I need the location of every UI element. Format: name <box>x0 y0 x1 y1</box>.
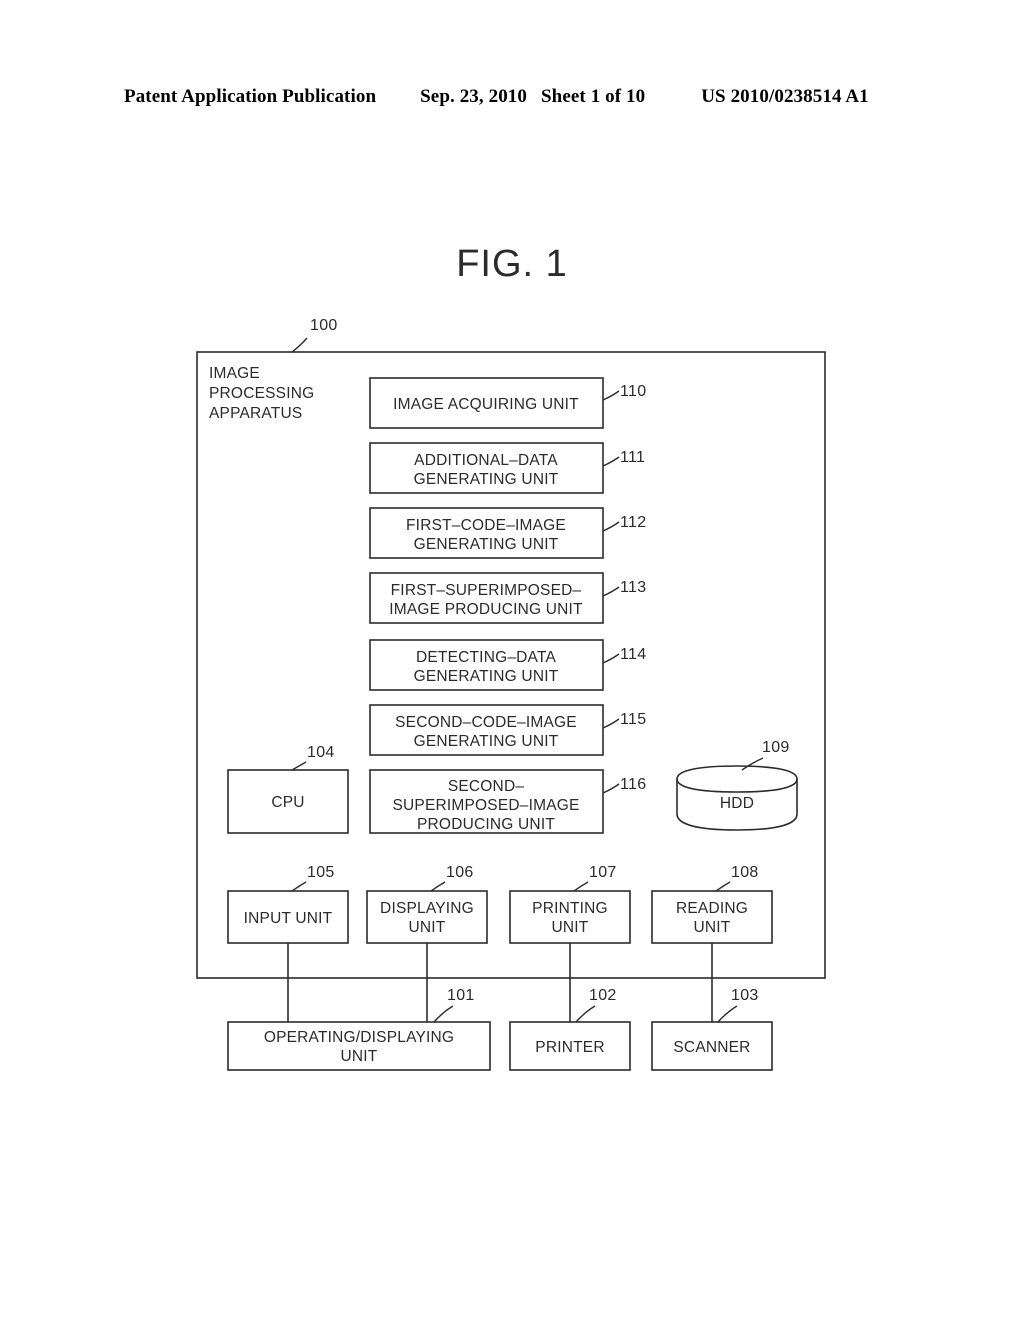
unit-box-115-line1: SECOND–CODE–IMAGE <box>395 714 577 731</box>
hdd-top-ellipse <box>676 778 798 793</box>
apparatus-label-line3: APPARATUS <box>209 405 302 422</box>
ref-104: 104 <box>307 744 335 761</box>
ref-104-leader <box>291 761 307 771</box>
ref-107-leader <box>573 881 589 892</box>
operating-displaying-unit-label-line1: OPERATING/DISPLAYING <box>264 1029 454 1046</box>
block-diagram: 100 IMAGE PROCESSING APPARATUS IMAGE ACQ… <box>196 317 826 1071</box>
unit-box-111-line1: ADDITIONAL–DATA <box>414 452 558 469</box>
ref-114: 114 <box>620 646 646 663</box>
ref-102: 102 <box>589 987 617 1004</box>
unit-box-114-line2: GENERATING UNIT <box>414 668 559 685</box>
ref-110: 110 <box>620 383 646 400</box>
ref-107: 107 <box>589 864 617 881</box>
ref-101: 101 <box>447 987 475 1004</box>
displaying-unit-label-line1: DISPLAYING <box>380 900 474 917</box>
reading-unit-label-line1: READING <box>676 900 748 917</box>
reading-unit-label-line2: UNIT <box>694 919 731 936</box>
ref-100: 100 <box>310 317 338 334</box>
apparatus-label-line1: IMAGE <box>209 365 260 382</box>
printing-unit-label-line2: UNIT <box>552 919 589 936</box>
ref-103: 103 <box>731 987 759 1004</box>
operating-displaying-unit-label-line2: UNIT <box>341 1048 378 1065</box>
ref-109: 109 <box>762 739 790 756</box>
ref-105: 105 <box>307 864 335 881</box>
unit-box-115-line2: GENERATING UNIT <box>414 733 559 750</box>
cpu-label: CPU <box>271 794 304 811</box>
ref-106: 106 <box>446 864 474 881</box>
unit-box-113-line1: FIRST–SUPERIMPOSED– <box>391 582 582 599</box>
scanner-label: SCANNER <box>673 1039 750 1056</box>
patent-figure-page: Patent Application Publication Sep. 23, … <box>0 0 1024 1320</box>
ref-113: 113 <box>620 579 646 596</box>
ref-109-leader <box>741 757 764 771</box>
printing-unit-label-line1: PRINTING <box>532 900 608 917</box>
ref-115-leader <box>602 718 620 729</box>
displaying-unit-label-line2: UNIT <box>409 919 446 936</box>
ref-100-leader <box>291 337 308 353</box>
ref-103-leader <box>717 1005 738 1023</box>
apparatus-label-line2: PROCESSING <box>209 385 314 402</box>
unit-box-116-line3: PRODUCING UNIT <box>417 816 555 833</box>
unit-box-113-line2: IMAGE PRODUCING UNIT <box>389 601 583 618</box>
ref-108: 108 <box>731 864 759 881</box>
ref-113-leader <box>602 586 620 597</box>
ref-116-leader <box>602 783 620 794</box>
ref-116: 116 <box>620 776 646 793</box>
ref-114-leader <box>602 653 620 664</box>
printer-label: PRINTER <box>535 1039 604 1056</box>
hdd-label: HDD <box>720 795 754 812</box>
ref-112: 112 <box>620 514 646 531</box>
unit-box-116-line2: SUPERIMPOSED–IMAGE <box>392 797 579 814</box>
unit-box-116-line1: SECOND– <box>448 778 525 795</box>
ref-106-leader <box>430 881 446 892</box>
ref-101-leader <box>433 1005 454 1023</box>
ref-108-leader <box>715 881 731 892</box>
ref-112-leader <box>602 521 620 532</box>
ref-111-leader <box>602 456 620 467</box>
ref-115: 115 <box>620 711 646 728</box>
unit-box-114-line1: DETECTING–DATA <box>416 649 556 666</box>
unit-box-111-line2: GENERATING UNIT <box>414 471 559 488</box>
ref-110-leader <box>602 390 620 401</box>
unit-box-112-line1: FIRST–CODE–IMAGE <box>406 517 566 534</box>
ref-102-leader <box>575 1005 596 1023</box>
ref-105-leader <box>291 881 307 892</box>
unit-box-112-line2: GENERATING UNIT <box>414 536 559 553</box>
unit-box-110-line1: IMAGE ACQUIRING UNIT <box>393 396 579 413</box>
ref-111: 111 <box>620 449 645 466</box>
input-unit-label-line1: INPUT UNIT <box>244 910 333 927</box>
